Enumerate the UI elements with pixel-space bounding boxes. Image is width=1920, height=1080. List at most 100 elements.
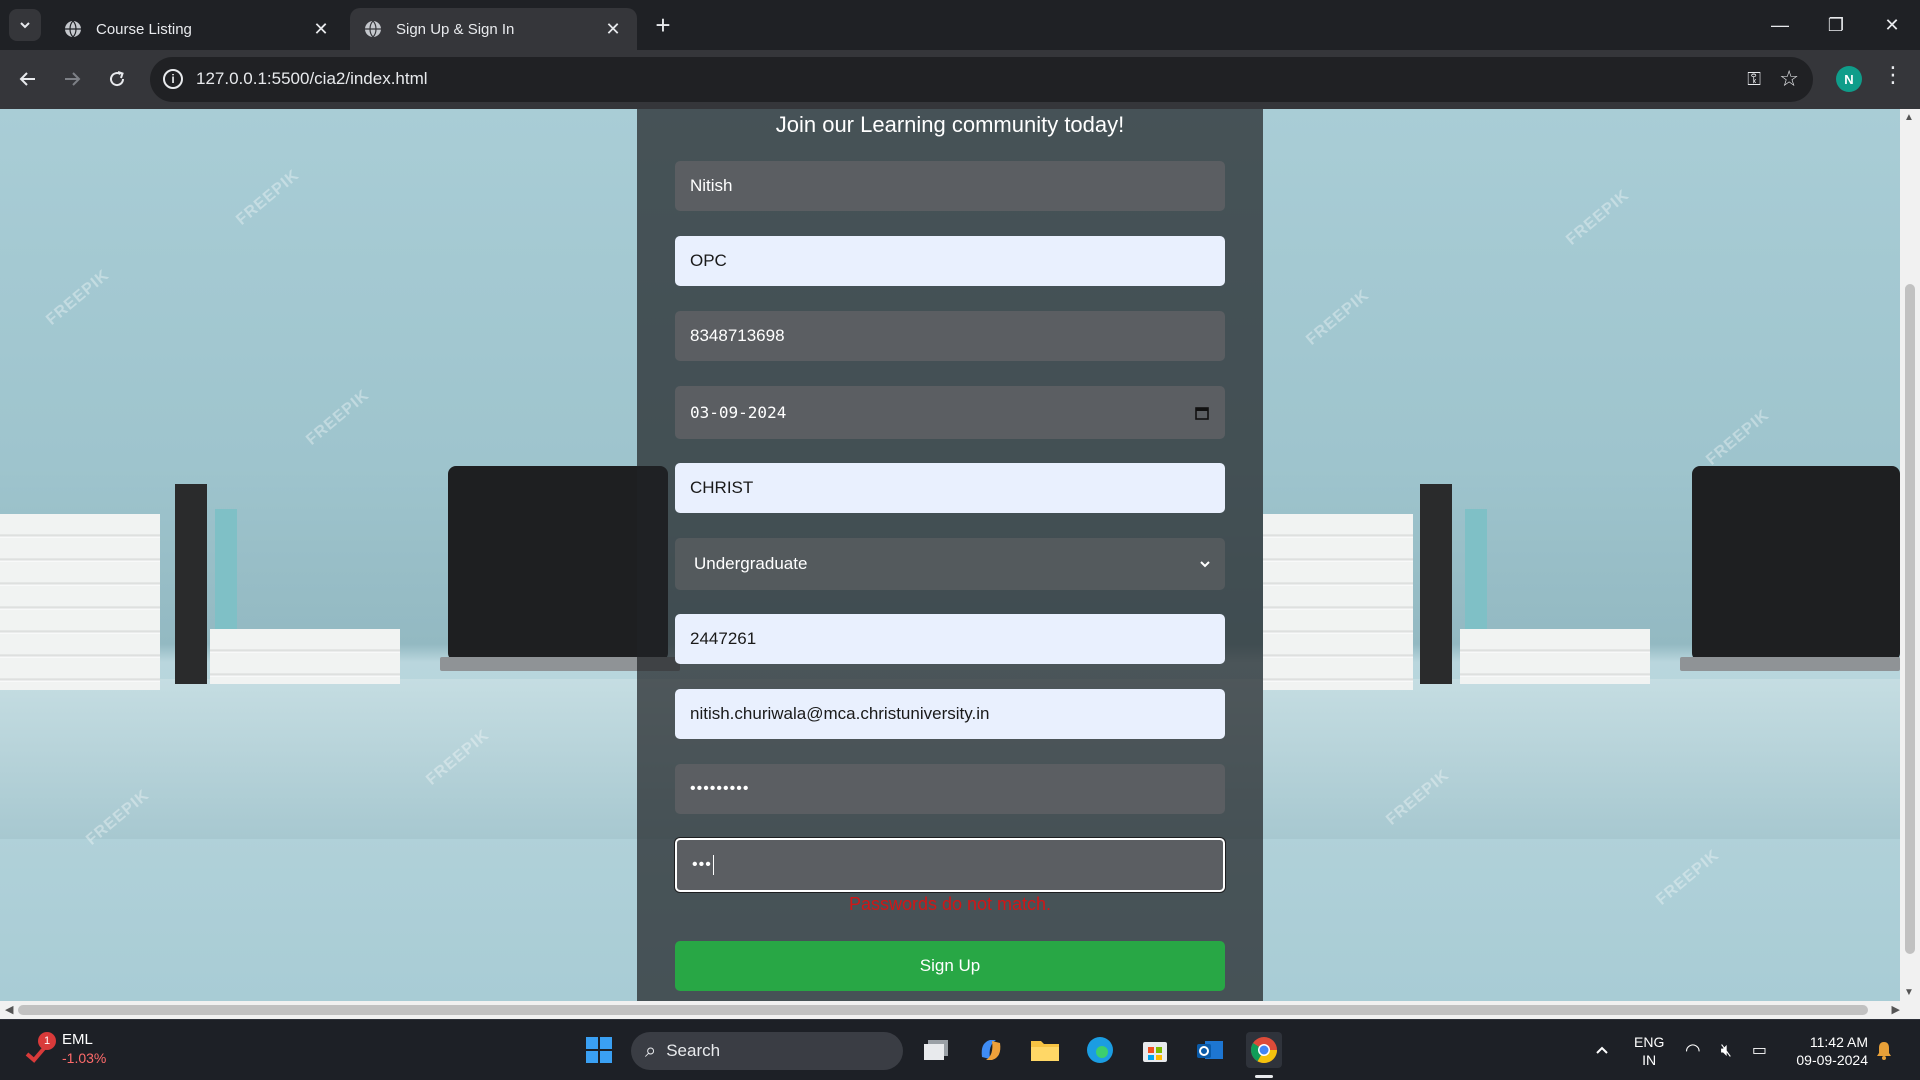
confirm-password-input[interactable]: ••• [675,838,1225,892]
phone-input[interactable]: 8348713698 [675,311,1225,361]
level-select[interactable]: Undergraduate [675,538,1225,590]
close-tab-icon[interactable]: ✕ [603,19,623,40]
registration-number-input[interactable]: 2447261 [675,614,1225,664]
password-key-icon[interactable]: ⚿ [1747,69,1761,90]
background-books-left [0,514,160,690]
watermark-text: FREEPIK [1563,186,1633,249]
wifi-icon: ◠ [1685,1039,1701,1060]
dob-input[interactable]: 03-09-2024 [675,386,1225,439]
new-tab-button[interactable]: + [650,12,676,38]
more-menu-icon[interactable]: ⋮ [1880,62,1906,88]
arrow-left-icon [19,72,35,86]
address-bar[interactable]: i 127.0.0.1:5500/cia2/index.html ⚿ ☆ [150,57,1813,102]
tab-strip: Course Listing ✕ Sign Up & Sign In ✕ + —… [0,0,1920,50]
password-mismatch-error: Passwords do not match. [848,894,1052,914]
signup-form-card: Join our Learning community today! Nitis… [637,109,1263,1001]
close-tab-icon[interactable]: ✕ [311,19,331,40]
search-label: Search [666,1041,721,1060]
stock-chart-icon: 1 [24,1032,56,1064]
scroll-right-arrow-icon[interactable]: ▶ [1892,1003,1900,1016]
clock-date: 09-09-2024 [1796,1052,1868,1068]
scroll-up-arrow-icon[interactable]: ▲ [1904,112,1914,123]
reload-button[interactable] [102,64,132,94]
email-input[interactable]: nitish.churiwala@mca.christuniversity.in [675,689,1225,739]
task-view-icon[interactable] [918,1032,954,1068]
region-code: IN [1642,1052,1657,1068]
profile-avatar[interactable]: N [1836,66,1862,92]
site-info-icon[interactable]: i [163,69,183,89]
watermark-text: FREEPIK [1653,846,1723,909]
clock-time: 11:42 AM [1809,1034,1868,1050]
stock-widget[interactable]: 1 EML -1.03% [24,1030,106,1068]
watermark-text: FREEPIK [233,166,303,229]
tab-course-listing[interactable]: Course Listing ✕ [50,8,345,50]
tab-search-button[interactable] [9,9,41,41]
password-input[interactable]: ••••••••• [675,764,1225,814]
forward-button[interactable] [57,64,87,94]
last-name-input[interactable]: OPC [675,236,1225,286]
search-icon: ⌕ [645,1039,657,1062]
background-binder [175,484,207,684]
notification-badge: 1 [38,1032,56,1050]
stock-change: -1.03% [62,1050,107,1066]
background-laptop-left [448,466,668,661]
browser-toolbar: i 127.0.0.1:5500/cia2/index.html ⚿ ☆ N ⋮ [0,50,1920,109]
level-selected-value: Undergraduate [694,554,808,573]
institution-input[interactable]: CHRIST [675,463,1225,513]
dob-value: 03-09-2024 [690,403,787,422]
back-button[interactable] [13,64,43,94]
chevron-down-icon [1200,561,1210,568]
vertical-scrollbar[interactable]: ▲ ▼ [1900,109,1920,1001]
tab-title: Course Listing [96,20,192,38]
first-name-input[interactable]: Nitish [675,161,1225,211]
system-tray-status[interactable]: ◠ 🔇︎ ▭ [1681,1032,1771,1068]
show-hidden-icons[interactable] [1584,1032,1620,1068]
globe-icon [365,20,381,38]
sign-up-button[interactable]: Sign Up [675,941,1225,991]
scroll-left-arrow-icon[interactable]: ◀ [5,1003,13,1016]
battery-icon: ▭ [1751,1042,1767,1059]
background-laptop-right [1692,466,1900,661]
vertical-scroll-thumb[interactable] [1905,284,1915,954]
restore-button[interactable]: ❐ [1808,0,1864,50]
calendar-icon[interactable] [1194,405,1210,421]
clock[interactable]: 11:42 AM 09-09-2024 [1784,1033,1868,1069]
copilot-icon[interactable] [973,1032,1009,1068]
tab-title: Sign Up & Sign In [396,20,515,38]
page-viewport: FREEPIK FREEPIK FREEPIK FREEPIK FREEPIK … [0,109,1900,1001]
scroll-down-arrow-icon[interactable]: ▼ [1904,987,1914,998]
confirm-password-mask: ••• [692,856,712,873]
minimize-button[interactable]: — [1752,0,1808,50]
file-explorer-icon[interactable] [1027,1032,1063,1068]
chrome-icon[interactable] [1246,1032,1282,1068]
url-text[interactable]: 127.0.0.1:5500/cia2/index.html [196,69,428,89]
stock-name: EML [62,1031,93,1048]
microsoft-store-icon[interactable] [1137,1032,1173,1068]
watermark-text: FREEPIK [1703,406,1773,469]
outlook-icon[interactable] [1192,1032,1228,1068]
background-books-stack-right [1460,629,1650,684]
taskbar-search[interactable]: ⌕ Search [631,1032,903,1070]
close-window-button[interactable]: ✕ [1864,0,1920,50]
horizontal-scrollbar[interactable]: ◀ ▶ [0,1001,1920,1019]
text-cursor [712,855,714,875]
tab-sign-up-sign-in[interactable]: Sign Up & Sign In ✕ [350,8,637,50]
globe-icon [65,20,81,38]
horizontal-scroll-thumb[interactable] [18,1005,1868,1015]
windows-start-icon[interactable] [581,1032,617,1068]
watermark-text: FREEPIK [303,386,373,449]
notification-bell-icon[interactable] [1868,1032,1900,1068]
language-indicator[interactable]: ENG IN [1634,1033,1664,1069]
watermark-text: FREEPIK [1303,286,1373,349]
background-books-right [1263,514,1413,690]
bookmark-star-icon[interactable]: ☆ [1779,66,1799,92]
reload-icon [110,71,125,87]
background-laptop-base-right [1680,657,1900,671]
chevron-up-icon [1596,1046,1608,1054]
edge-browser-icon[interactable] [1082,1032,1118,1068]
arrow-right-icon [65,72,81,86]
password-mask: ••••••••• [690,780,750,797]
active-app-indicator [1255,1075,1273,1078]
watermark-text: FREEPIK [43,266,113,329]
form-heading: Join our Learning community today! [775,112,1125,137]
